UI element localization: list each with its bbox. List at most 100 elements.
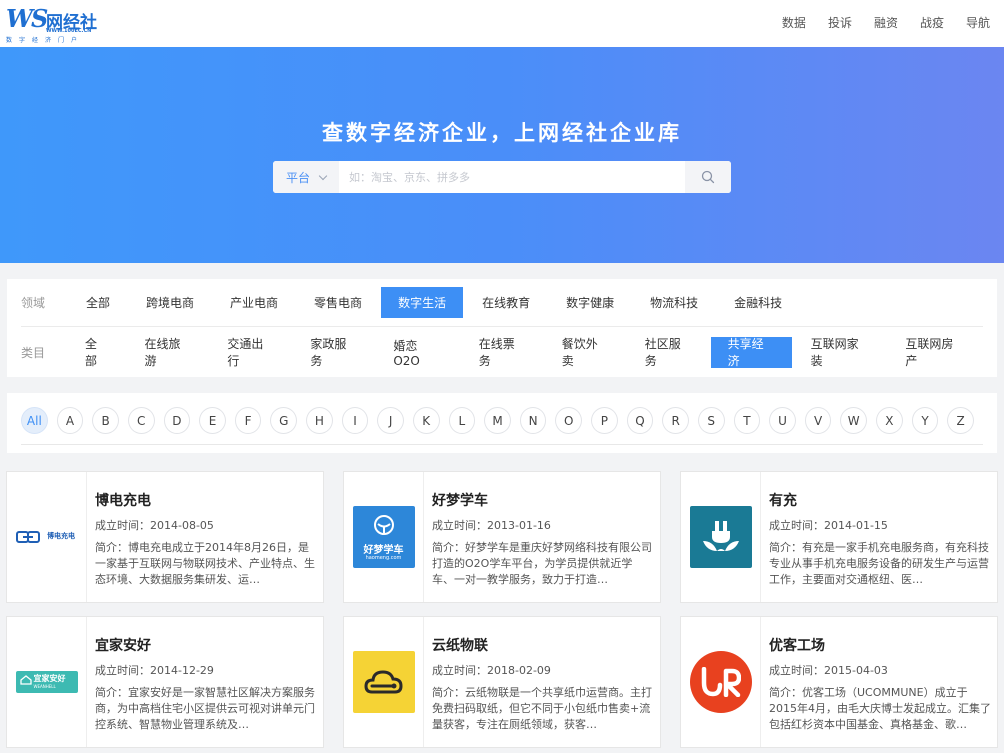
nav-epidemic[interactable]: 战疫	[920, 14, 944, 31]
company-desc: 简介：优客工场（UCOMMUNE）成立于2015年4月，由毛大庆博士发起成立。汇…	[769, 686, 991, 731]
company-logo: 博电充电	[7, 472, 87, 602]
ur-letters-icon	[701, 667, 741, 697]
category-housekeeping[interactable]: 家政服务	[293, 337, 374, 368]
company-name[interactable]: 优客工场	[769, 635, 825, 655]
nav-complaint[interactable]: 投诉	[828, 14, 852, 31]
domain-retail[interactable]: 零售电商	[297, 287, 379, 318]
letter-n[interactable]: N	[519, 407, 547, 434]
letter-all[interactable]: All	[21, 407, 48, 434]
company-name[interactable]: 宜家安好	[95, 635, 151, 655]
category-home-decoration[interactable]: 互联网家装	[794, 337, 887, 368]
category-transportation[interactable]: 交通出行	[210, 337, 291, 368]
letter-h[interactable]: H	[306, 407, 333, 434]
nav-financing[interactable]: 融资	[874, 14, 898, 31]
site-logo[interactable]: WS 网经社 WWW.100EC.CN 数字经济门户	[6, 4, 106, 44]
category-online-travel[interactable]: 在线旅游	[127, 337, 208, 368]
search-category-label: 平台	[285, 170, 310, 185]
domain-cross-border[interactable]: 跨境电商	[129, 287, 211, 318]
logo-sublabel: WEANHELL	[33, 684, 56, 689]
search-bar: 平台	[273, 161, 731, 193]
category-dating-o2o[interactable]: 婚恋O2O	[376, 337, 459, 368]
company-name[interactable]: 云纸物联	[432, 635, 488, 655]
logo-tagline: 数字经济门户	[6, 37, 85, 44]
category-ticketing[interactable]: 在线票务	[462, 337, 543, 368]
letter-i[interactable]: I	[341, 407, 369, 434]
company-desc: 简介：博电充电成立于2014年8月26日，是一家基于互联网与物联网技术、产业特点…	[95, 541, 315, 586]
letter-z[interactable]: Z	[947, 407, 974, 434]
company-card[interactable]: 好梦学车 haomeng.com 好梦学车 成立时间：2013-01-16 简介…	[343, 471, 661, 603]
domain-digital-health[interactable]: 数字健康	[549, 287, 631, 318]
company-name[interactable]: 博电充电	[95, 490, 151, 510]
letter-r[interactable]: R	[662, 407, 689, 434]
domain-filter-row: 领域 全部 跨境电商 产业电商 零售电商 数字生活 在线教育 数字健康 物流科技…	[21, 279, 983, 327]
domain-logistics-tech[interactable]: 物流科技	[633, 287, 715, 318]
top-nav: 数据 投诉 融资 战疫 导航	[760, 14, 990, 31]
company-founded: 成立时间：2014-12-29	[95, 664, 214, 677]
letter-v[interactable]: V	[804, 407, 832, 434]
letter-p[interactable]: P	[591, 407, 618, 434]
company-card[interactable]: 优客工场 成立时间：2015-04-03 简介：优客工场（UCOMMUNE）成立…	[680, 616, 998, 748]
alphabet-filter: All A B C D E F G H I J K L M N O P Q R S T U V W X Y Z	[7, 393, 997, 453]
domain-all[interactable]: 全部	[69, 287, 127, 318]
nav-data[interactable]: 数据	[782, 14, 806, 31]
letter-b[interactable]: B	[92, 407, 119, 434]
letter-w[interactable]: W	[840, 407, 868, 434]
yunzhi-logo	[352, 651, 415, 713]
letter-f[interactable]: F	[234, 407, 262, 434]
hero-banner: 查数字经济企业，上网经社企业库 平台	[0, 47, 1004, 263]
letter-a[interactable]: A	[56, 407, 84, 434]
company-logo	[681, 617, 761, 747]
letter-j[interactable]: J	[377, 407, 404, 434]
domain-online-education[interactable]: 在线教育	[465, 287, 547, 318]
category-food-delivery[interactable]: 餐饮外卖	[545, 337, 626, 368]
company-founded: 成立时间：2014-08-05	[95, 519, 214, 532]
domain-digital-life[interactable]: 数字生活	[381, 287, 464, 318]
letter-q[interactable]: Q	[626, 407, 654, 434]
category-sharing-economy[interactable]: 共享经济	[710, 336, 792, 368]
letter-x[interactable]: X	[876, 407, 903, 434]
logo-label: 博电充电	[47, 532, 75, 540]
letter-g[interactable]: G	[270, 407, 298, 434]
letter-u[interactable]: U	[769, 407, 796, 434]
letter-t[interactable]: T	[733, 407, 761, 434]
company-card[interactable]: 博电充电 博电充电 成立时间：2014-08-05 简介：博电充电成立于2014…	[6, 471, 324, 603]
domain-fintech[interactable]: 金融科技	[717, 287, 799, 318]
search-input[interactable]	[339, 161, 685, 193]
company-logo	[344, 617, 424, 747]
letter-l[interactable]: L	[448, 407, 476, 434]
plug-icon	[702, 521, 739, 551]
company-desc: 简介：好梦学车是重庆好梦网络科技有限公司打造的O2O学车平台，为学员提供就近学车…	[432, 541, 652, 586]
house-icon	[19, 675, 32, 685]
search-icon	[701, 170, 715, 184]
domain-label: 领域	[21, 296, 46, 310]
letter-s[interactable]: S	[697, 407, 725, 434]
letter-m[interactable]: M	[484, 407, 511, 434]
company-founded: 成立时间：2018-02-09	[432, 664, 551, 677]
domain-industrial[interactable]: 产业电商	[213, 287, 295, 318]
company-card[interactable]: 有充 成立时间：2014-01-15 简介：有充是一家手机充电服务商，有充科技专…	[680, 471, 998, 603]
search-category-select[interactable]: 平台	[273, 161, 339, 193]
company-card[interactable]: 宜家安好 WEANHELL 宜家安好 成立时间：2014-12-29 简介：宜家…	[6, 616, 324, 748]
haomeng-logo: 好梦学车 haomeng.com	[352, 506, 415, 568]
letter-e[interactable]: E	[199, 407, 226, 434]
letter-k[interactable]: K	[412, 407, 440, 434]
company-name[interactable]: 有充	[769, 490, 797, 510]
category-real-estate[interactable]: 互联网房产	[888, 337, 981, 368]
search-button[interactable]	[685, 161, 731, 193]
company-logo: 宜家安好 WEANHELL	[7, 617, 87, 747]
company-card[interactable]: 云纸物联 成立时间：2018-02-09 简介：云纸物联是一个共享纸巾运营商。主…	[343, 616, 661, 748]
letter-y[interactable]: Y	[911, 407, 939, 434]
category-label: 类目	[21, 345, 46, 360]
letter-c[interactable]: C	[127, 407, 155, 434]
category-filter-row: 类目 全部 在线旅游 交通出行 家政服务 婚恋O2O 在线票务 餐饮外卖 社区服…	[21, 328, 983, 376]
letter-d[interactable]: D	[163, 407, 191, 434]
nav-navigation[interactable]: 导航	[966, 14, 990, 31]
chevron-down-icon	[318, 171, 328, 180]
logo-mark: WS	[6, 4, 48, 33]
banner-title: 查数字经济企业，上网经社企业库	[322, 121, 682, 145]
youchong-logo	[689, 506, 752, 568]
letter-o[interactable]: O	[555, 407, 583, 434]
category-all[interactable]: 全部	[68, 337, 125, 368]
category-community[interactable]: 社区服务	[628, 337, 709, 368]
company-name[interactable]: 好梦学车	[432, 490, 488, 510]
